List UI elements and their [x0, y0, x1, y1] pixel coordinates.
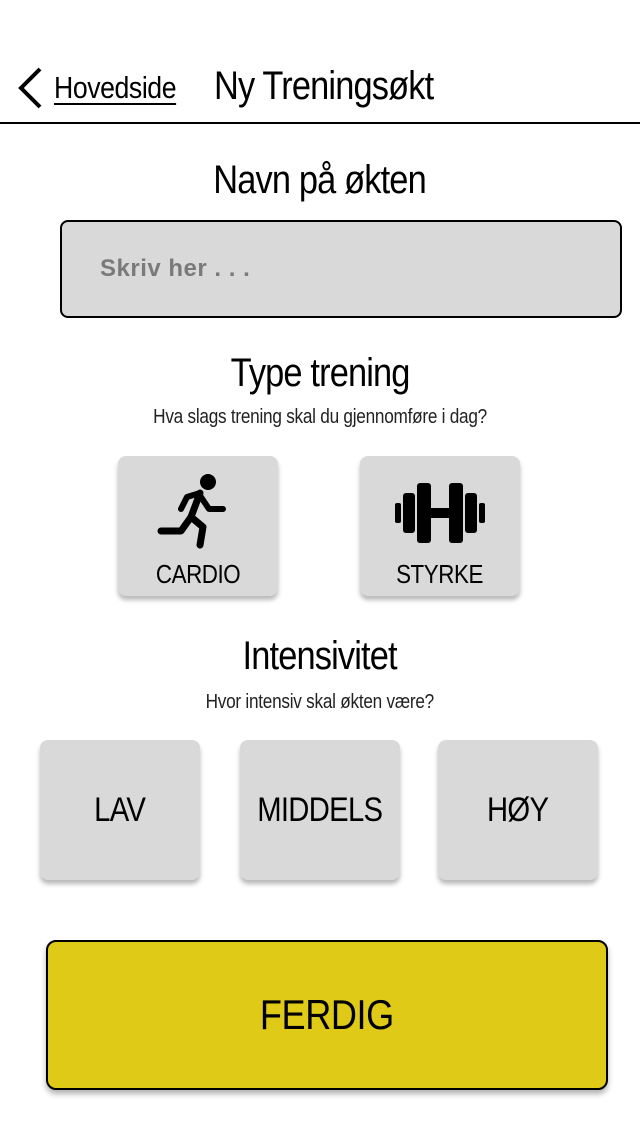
intensity-medium-button[interactable]: MIDDELS [240, 740, 400, 880]
strength-button[interactable]: STYRKE [360, 456, 520, 596]
intensity-high-label: HØY [487, 790, 549, 829]
intensity-medium-label: MIDDELS [257, 790, 383, 829]
name-section-title: Navn på økten [213, 158, 427, 202]
running-person-icon [157, 473, 226, 548]
back-button[interactable]: Hovedside [16, 66, 196, 110]
intensity-section-subtitle: Hvor intensiv skal økten være? [205, 691, 435, 713]
page-title: Ny Treningsøkt [214, 64, 434, 108]
workout-name-input[interactable] [60, 220, 622, 318]
intensity-high-button[interactable]: HØY [438, 740, 598, 880]
app-header: Hovedside Ny Treningsøkt [0, 0, 640, 124]
dumbbell-icon [395, 482, 485, 543]
strength-label: STYRKE [396, 558, 484, 589]
intensity-low-label: LAV [94, 790, 146, 829]
type-section-title: Type trening [230, 351, 410, 395]
finish-label: FERDIG [260, 991, 394, 1038]
intensity-section-title: Intensivitet [242, 634, 398, 678]
intensity-low-button[interactable]: LAV [40, 740, 200, 880]
finish-button[interactable]: FERDIG [46, 940, 608, 1090]
cardio-button[interactable]: CARDIO [118, 456, 278, 596]
type-section-subtitle: Hva slags trening skal du gjennomføre i … [153, 406, 487, 428]
chevron-left-icon [18, 67, 42, 109]
cardio-label: CARDIO [155, 558, 241, 589]
back-label[interactable]: Hovedside [54, 70, 177, 106]
